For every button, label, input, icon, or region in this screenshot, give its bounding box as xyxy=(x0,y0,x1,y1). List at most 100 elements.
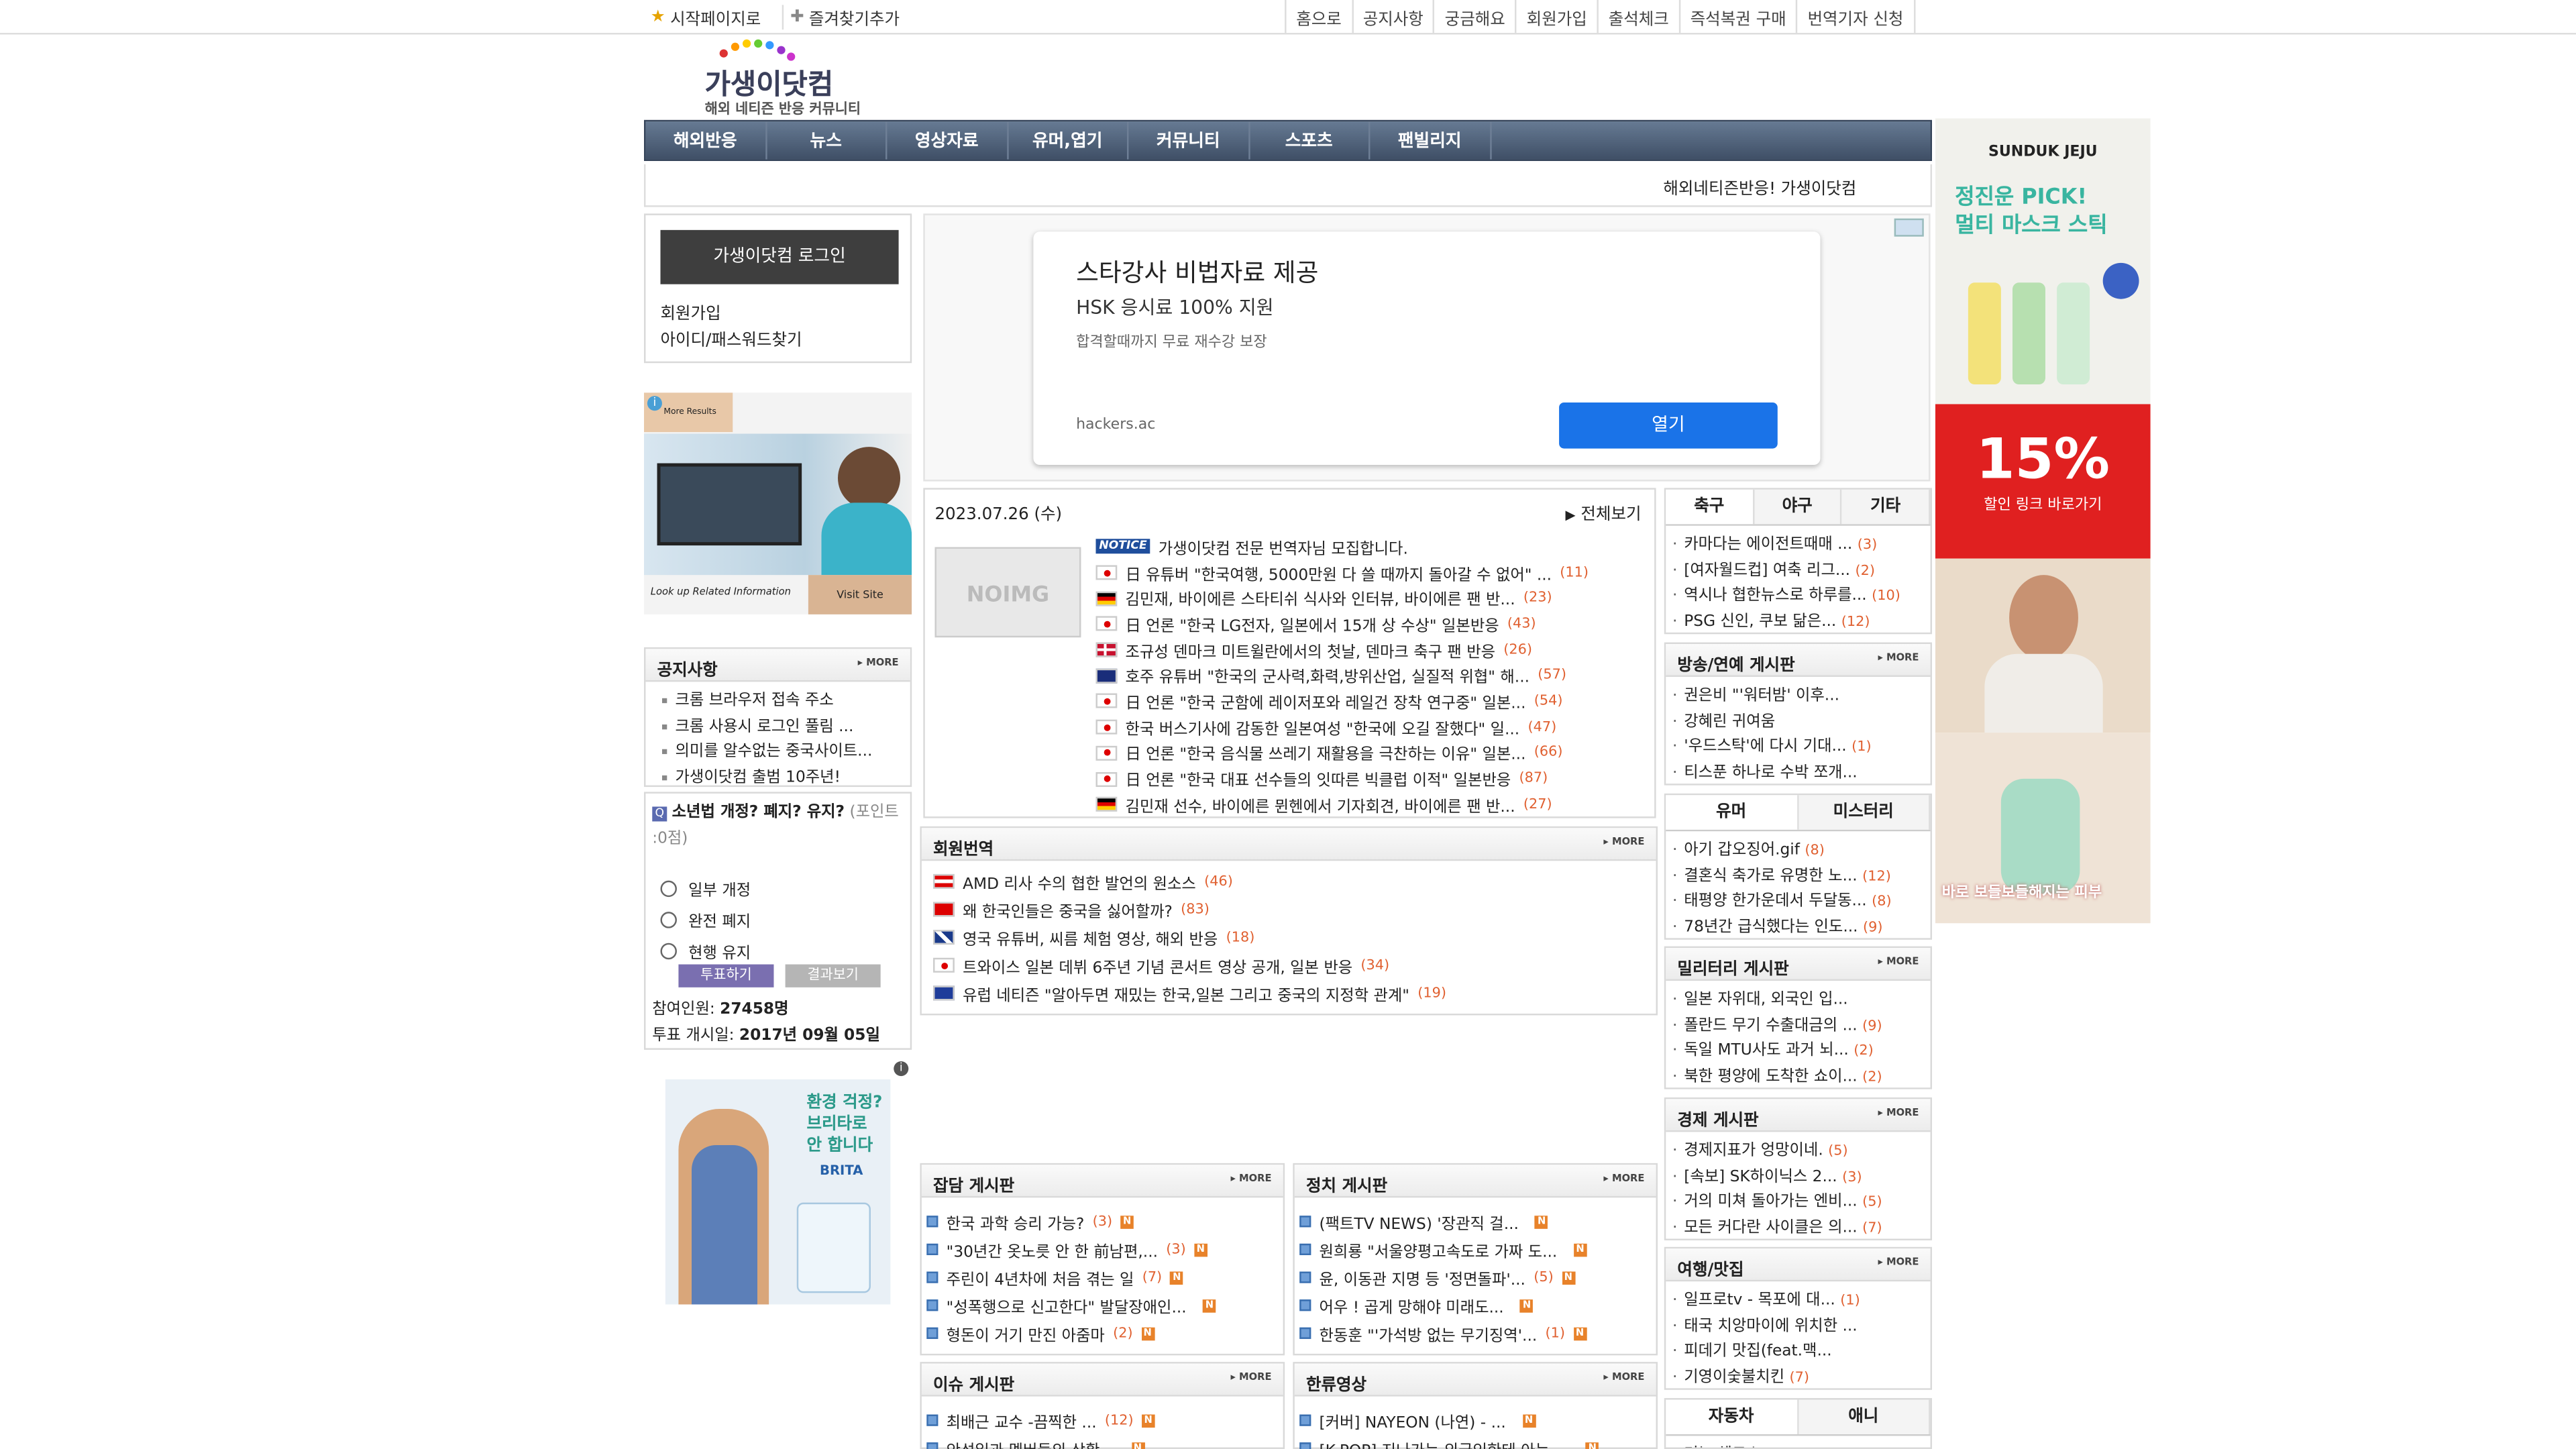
board-post[interactable]: 일본 자위대, 외국인 입... xyxy=(1672,985,1930,1011)
radio-button[interactable] xyxy=(660,943,677,960)
board-post[interactable]: 원희룡 "서울양평고속도로 가짜 도... N xyxy=(1299,1236,1656,1264)
board-post[interactable]: 태평양 한가운데서 두달동... (8) xyxy=(1672,887,1930,912)
politics-board-more[interactable]: ▸ MORE xyxy=(1603,1173,1644,1185)
ent-board-more[interactable]: ▸ MORE xyxy=(1878,652,1919,663)
menu-sports[interactable]: 스포츠 xyxy=(1249,121,1371,160)
translation-row[interactable]: AMD 리사 수의 협한 발언의 원소스 (46) xyxy=(933,867,1656,896)
board-post[interactable]: 독일 MTU사도 과거 뇌... (2) xyxy=(1672,1036,1930,1062)
login-button[interactable]: 가생이닷컴 로그인 xyxy=(660,229,899,284)
menu-overseas[interactable]: 해외반응 xyxy=(645,121,767,160)
brita-ad[interactable]: 환경 걱정? 브리타로 안 합니다 BRITA xyxy=(665,1079,891,1305)
board-post[interactable]: "성폭행으로 신고한다" 발달장애인... N xyxy=(926,1291,1283,1320)
chat-board-more[interactable]: ▸ MORE xyxy=(1231,1173,1272,1185)
menu-fanvillage[interactable]: 팬빌리지 xyxy=(1370,121,1491,160)
news-row[interactable]: 日 언론 "한국 LG전자, 일본에서 15개 상 수상" 일본반응 (43) xyxy=(1095,611,1654,637)
board-post[interactable]: 강혜린 귀여움 xyxy=(1672,707,1930,733)
board-post[interactable]: 아기 갑오징어.gif (8) xyxy=(1672,837,1930,862)
nav-faq[interactable]: 궁금해요 xyxy=(1433,0,1515,33)
board-post[interactable]: 일프로tv - 목포에 대... (1) xyxy=(1672,1287,1930,1312)
military-board-more[interactable]: ▸ MORE xyxy=(1878,956,1919,967)
no-image-thumbnail[interactable]: NOIMG xyxy=(934,547,1081,638)
notice-row[interactable]: NOTICE 가생이닷컴 전문 번역자님 모집합니다. xyxy=(1095,534,1654,559)
news-row[interactable]: 김민재, 바이에른 스타티쉬 식사와 인터뷰, 바이에른 팬 반... (23) xyxy=(1095,586,1654,611)
radio-button[interactable] xyxy=(660,880,677,898)
menu-video[interactable]: 영상자료 xyxy=(887,121,1008,160)
board-post[interactable]: 어우 ! 곱게 망해야 미래도... N xyxy=(1299,1291,1656,1320)
board-post[interactable]: 최배근 교수 -끔찍한 ... (12) N xyxy=(926,1406,1283,1434)
board-post[interactable]: [여자월드컵] 여축 리그... (2) xyxy=(1672,556,1930,582)
nav-lottery[interactable]: 즉석복권 구매 xyxy=(1678,0,1796,33)
nav-notice[interactable]: 공지사항 xyxy=(1351,0,1434,33)
view-all-link[interactable]: ▶ 전체보기 xyxy=(1565,499,1641,524)
board-post[interactable]: 더뉴 셀토스 (7) xyxy=(1672,1441,1930,1447)
menu-news[interactable]: 뉴스 xyxy=(766,121,888,160)
tab-anime[interactable]: 애니 xyxy=(1798,1399,1931,1434)
news-row[interactable]: 조규성 덴마크 미트윌란에서의 첫날, 덴마크 축구 팬 반응 (26) xyxy=(1095,637,1654,663)
board-post[interactable]: 안성일과 멤버들의 상황... N xyxy=(926,1434,1283,1449)
board-post[interactable]: (팩트TV NEWS) '장관직 걸... N xyxy=(1299,1208,1656,1236)
board-post[interactable]: [커버] NAYEON (나연) - ... N xyxy=(1299,1406,1656,1434)
travel-board-more[interactable]: ▸ MORE xyxy=(1878,1256,1919,1268)
notice-item[interactable]: 크롬 사용시 로그인 풀림 ... xyxy=(662,712,910,738)
board-post[interactable]: [속보] SK하이닉스 2... (3) xyxy=(1672,1163,1930,1188)
poll-option-2[interactable]: 완전 폐지 xyxy=(660,908,751,932)
poll-option-1[interactable]: 일부 개정 xyxy=(660,877,751,900)
board-post[interactable]: 티스푼 하나로 수박 쪼개... xyxy=(1672,758,1930,784)
tab-baseball[interactable]: 야구 xyxy=(1754,489,1843,525)
translation-more[interactable]: ▸ MORE xyxy=(1603,837,1644,848)
translation-row[interactable]: 유럽 네티즌 "알아두면 재밌는 한국,일본 그리고 중국의 지정학 관계" (1… xyxy=(933,979,1656,1008)
board-post[interactable]: "30년간 옷노릇 안 한 前남편,... (3) N xyxy=(926,1236,1283,1264)
news-row[interactable]: 日 언론 "한국 군함에 레이저포와 레일건 장착 연구중" 일본... (54) xyxy=(1095,688,1654,714)
board-post[interactable]: 피데기 맛집(feat.맥... xyxy=(1672,1337,1930,1362)
hallyu-board-more[interactable]: ▸ MORE xyxy=(1603,1372,1644,1383)
economy-board-more[interactable]: ▸ MORE xyxy=(1878,1108,1919,1119)
translation-row[interactable]: 영국 유튜버, 씨름 체험 영상, 해외 반응 (18) xyxy=(933,923,1656,951)
board-post[interactable]: [K-POP] 지나가는 외국인한테 아는 ... N xyxy=(1299,1434,1656,1449)
left-ad[interactable]: More Results i Look up Related Informati… xyxy=(644,392,912,614)
board-post[interactable]: 경제지표가 엉망이네. (5) xyxy=(1672,1137,1930,1163)
board-post[interactable]: 결혼식 축가로 유명한 노... (12) xyxy=(1672,861,1930,887)
notice-more[interactable]: ▸ MORE xyxy=(858,657,899,669)
adchoices-icon[interactable] xyxy=(1894,218,1924,237)
notice-item[interactable]: 가생이닷컴 출범 10주년! xyxy=(662,763,910,789)
board-post[interactable]: 주린이 4년차에 처음 겪는 일 (7) N xyxy=(926,1263,1283,1291)
news-row[interactable]: 日 유튜버 "한국여행, 5000만원 다 쓸 때까지 돌아갈 수 없어" ..… xyxy=(1095,559,1654,585)
vote-button[interactable]: 투표하기 xyxy=(678,964,774,987)
board-post[interactable]: 거의 미쳐 돌아가는 엔비... (5) xyxy=(1672,1188,1930,1214)
nav-home[interactable]: 홈으로 xyxy=(1285,0,1351,33)
nav-join[interactable]: 회원가입 xyxy=(1515,0,1597,33)
board-post[interactable]: 폴란드 무기 수출대금의 ... (9) xyxy=(1672,1011,1930,1036)
menu-humor[interactable]: 유머,엽기 xyxy=(1008,121,1129,160)
tab-mystery[interactable]: 미스터리 xyxy=(1798,795,1931,830)
nav-attendance[interactable]: 출석체크 xyxy=(1597,0,1679,33)
board-post[interactable]: 한국 과학 승리 가능? (3) N xyxy=(926,1208,1283,1236)
menu-community[interactable]: 커뮤니티 xyxy=(1128,121,1250,160)
radio-button[interactable] xyxy=(660,912,677,928)
top-banner-ad[interactable]: 스타강사 비법자료 제공 HSK 응시료 100% 지원 합격할때까지 무료 재… xyxy=(923,213,1931,482)
board-post[interactable]: 권은비 "'워터밤' 이후... xyxy=(1672,682,1930,707)
board-post[interactable]: 북한 평양에 도착한 쇼이... (2) xyxy=(1672,1062,1930,1087)
board-post[interactable]: 기영이숯불치킨 (7) xyxy=(1672,1362,1930,1388)
ad-card[interactable]: 스타강사 비법자료 제공 HSK 응시료 100% 지원 합격할때까지 무료 재… xyxy=(1033,231,1821,466)
ad-open-button[interactable]: 열기 xyxy=(1559,402,1778,449)
news-row[interactable]: 김민재 선수, 바이에른 뮌헨에서 기자회견, 바이에른 팬 반... (27) xyxy=(1095,792,1654,817)
bookmark-link[interactable]: ✚ 즐겨찾기추가 xyxy=(782,5,900,30)
tab-soccer[interactable]: 축구 xyxy=(1666,489,1754,525)
tab-humor[interactable]: 유머 xyxy=(1666,795,1799,830)
board-post[interactable]: 78년간 급식했다는 인도... (9) xyxy=(1672,912,1930,938)
translation-row[interactable]: 왜 한국인들은 중국을 싫어할까? (83) xyxy=(933,896,1656,924)
board-post[interactable]: 역시나 협한뉴스로 하루를... (10) xyxy=(1672,582,1930,607)
board-post[interactable]: 모든 커다란 사이클은 의... (7) xyxy=(1672,1214,1930,1239)
result-button[interactable]: 결과보기 xyxy=(785,964,881,987)
right-ad[interactable]: SUNDUK JEJU 정진운 PICK! 멀티 마스크 스틱 15% 할인 링… xyxy=(1935,118,2151,924)
tab-car[interactable]: 자동차 xyxy=(1666,1399,1799,1434)
board-post[interactable]: 형돈이 거기 만진 아줌마 (2) N xyxy=(926,1320,1283,1348)
board-post[interactable]: 태국 치앙마이에 위치한 ... xyxy=(1672,1312,1930,1338)
join-link[interactable]: 회원가입 xyxy=(660,299,720,324)
board-post[interactable]: PSG 신인, 쿠보 닮은... (12) xyxy=(1672,607,1930,633)
notice-item[interactable]: 의미를 알수없는 중국사이트... xyxy=(662,738,910,763)
board-post[interactable]: 카마다는 에이전트때매 ... (3) xyxy=(1672,531,1930,556)
start-page-link[interactable]: ★ 시작페이지로 xyxy=(651,5,761,30)
news-row[interactable]: 日 언론 "한국 음식물 쓰레기 재활용을 극찬하는 이유" 일본... (66) xyxy=(1095,740,1654,765)
poll-option-3[interactable]: 현행 유지 xyxy=(660,940,751,963)
